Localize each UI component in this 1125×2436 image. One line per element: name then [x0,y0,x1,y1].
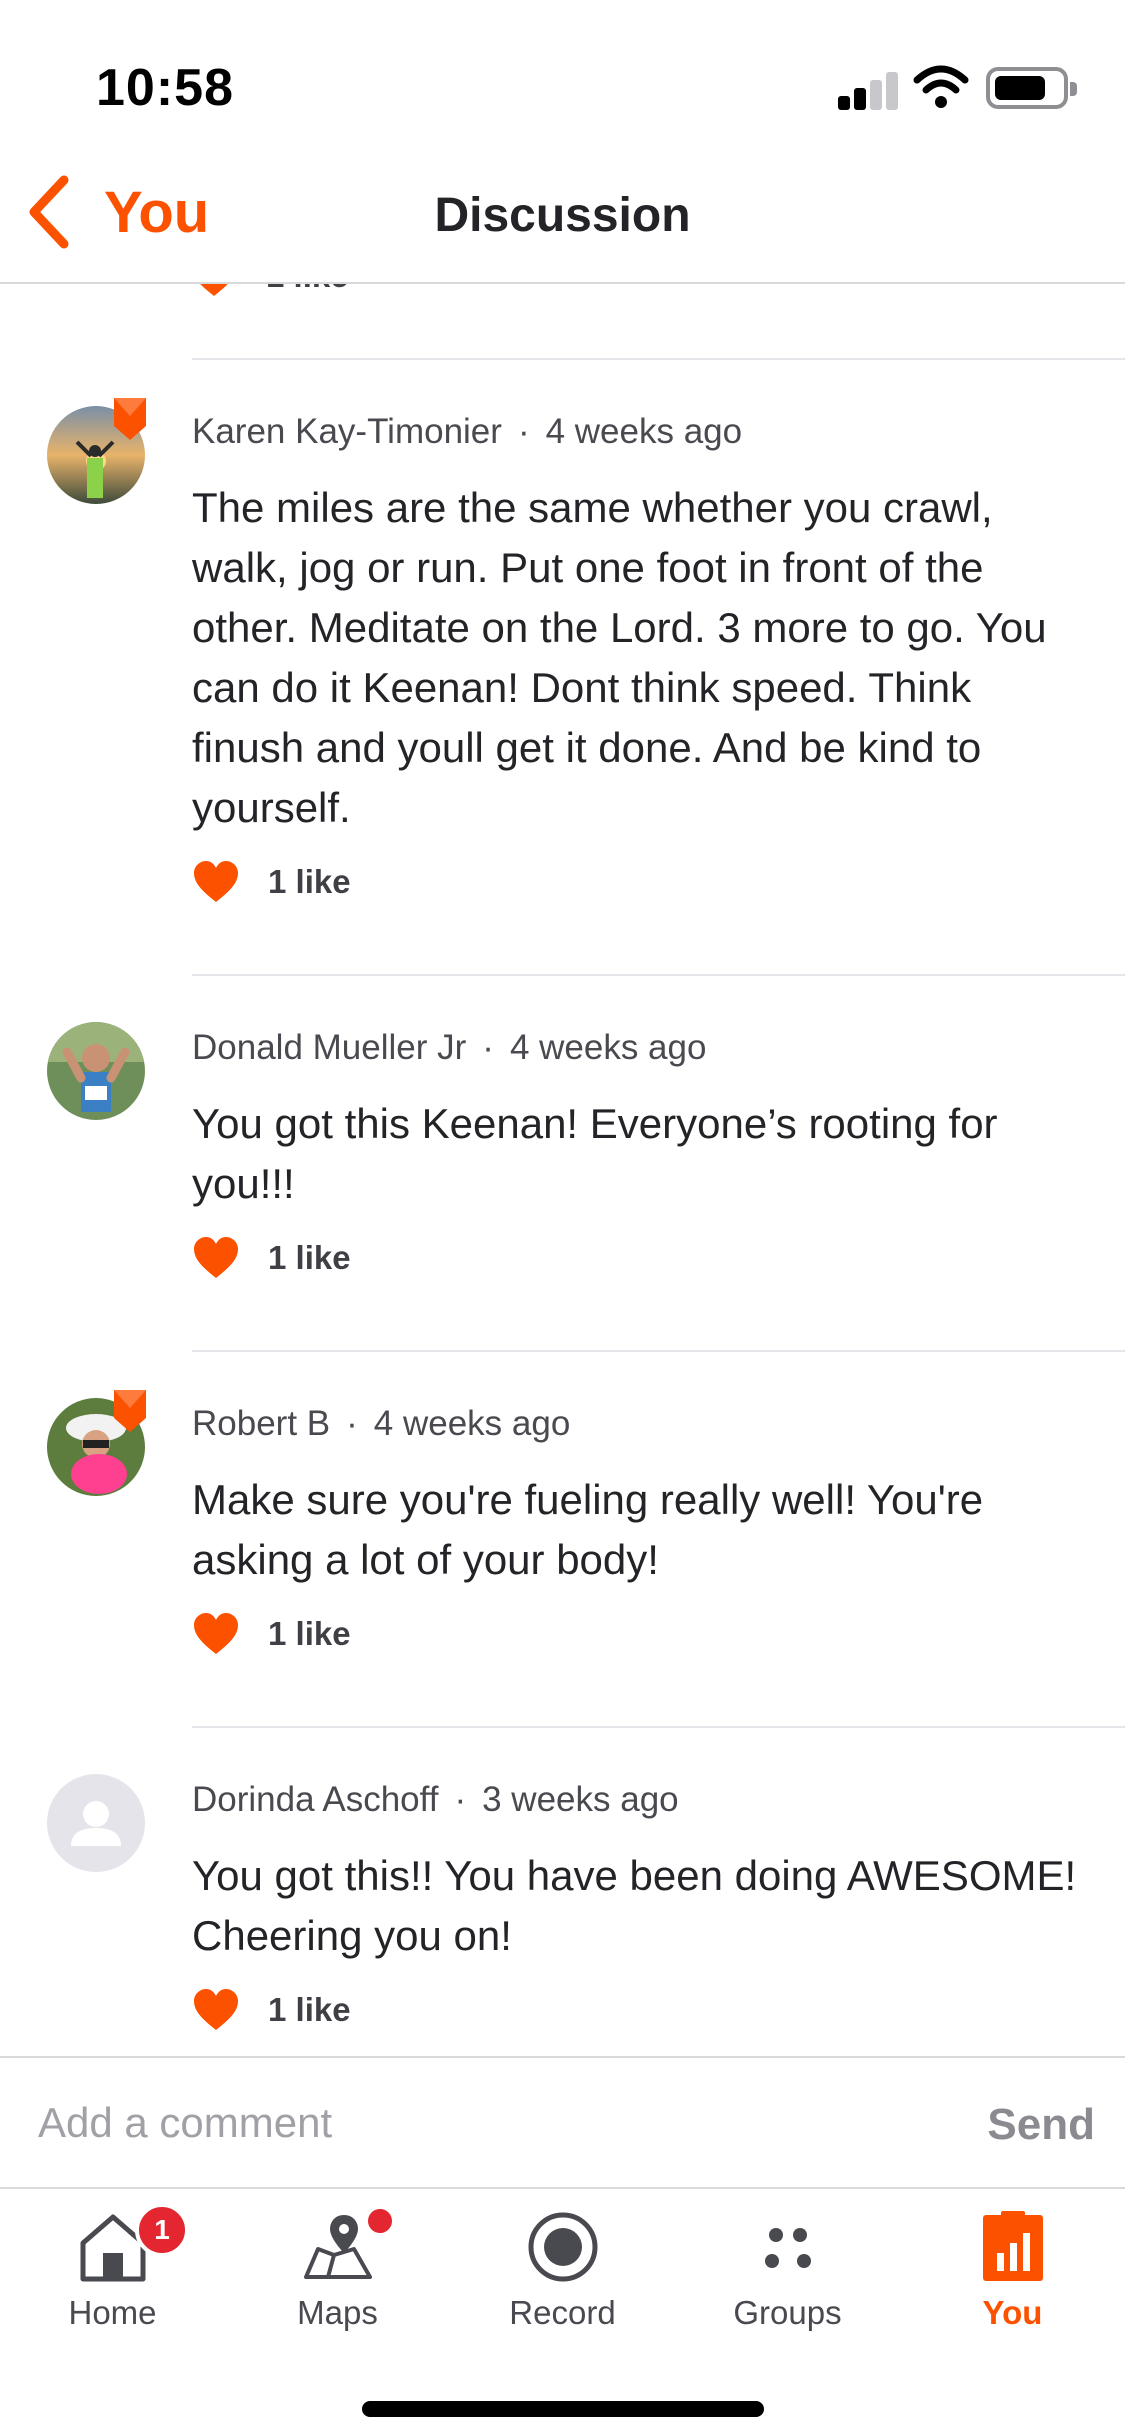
comment-meta: Robert B · 4 weeks ago [192,1404,570,1444]
notification-badge: 1 [135,2203,189,2257]
tab-label: Maps [297,2294,378,2331]
comment-text: You got this!! You have been doing AWESO… [192,1852,1077,1959]
comment-text: The miles are the same whether you crawl… [192,484,1047,831]
heart-icon [194,1237,238,1278]
divider [192,1726,1125,1728]
page-title: Discussion [434,189,691,242]
like-row[interactable]: 1 like [190,284,349,298]
like-row[interactable]: 1 like [192,1988,351,2032]
like-count: 1 like [268,1239,351,1276]
comment-meta: Donald Mueller Jr · 4 weeks ago [192,1028,706,1068]
like-row[interactable]: 1 like [192,1236,351,1280]
like-count: 1 like [268,1615,351,1652]
like-count: 1 like [268,863,351,900]
wifi-icon [913,65,969,108]
heart-icon [194,861,238,902]
groups-icon [764,2228,811,2268]
send-button[interactable]: Send [987,2100,1095,2150]
battery-icon [986,67,1077,109]
avatar[interactable] [47,1774,145,1872]
tab-bar: 1 Home Maps Record Groups You [0,2187,1125,2436]
tab-home[interactable]: 1 Home [0,2189,225,2359]
comment-meta: Dorinda Aschoff · 3 weeks ago [192,1780,679,1820]
comment-item: Donald Mueller Jr · 4 weeks ago You got th… [0,974,1125,1350]
comment-composer: Send [0,2056,1125,2187]
like-row[interactable]: 1 like [192,860,351,904]
tab-record[interactable]: Record [450,2189,675,2359]
comment-item: Robert B · 4 weeks ago Make sure you're fu… [0,1350,1125,1726]
comment-text: Make sure you're fueling really well! Yo… [192,1476,984,1583]
home-indicator[interactable] [362,2401,764,2417]
comment-time: 3 weeks ago [482,1780,679,1819]
subscriber-badge-icon [114,1390,146,1432]
cellular-signal-icon [838,70,898,110]
like-row[interactable]: 1 like [192,1612,351,1656]
tab-maps[interactable]: Maps [225,2189,450,2359]
subscriber-badge-icon [114,398,146,440]
comment-text: You got this Keenan! Everyone’s rooting … [192,1100,998,1207]
heart-icon [200,284,228,296]
comment-meta: Karen Kay-Timonier · 4 weeks ago [192,412,742,452]
like-count: 1 like [266,284,349,295]
tab-label: You [982,2294,1043,2331]
heart-icon [194,1613,238,1654]
avatar[interactable] [47,1022,145,1120]
tab-label: Groups [733,2294,842,2331]
meta-separator: · [346,1404,358,1443]
author-name[interactable]: Donald Mueller Jr [192,1028,466,1067]
meta-separator: · [454,1780,467,1819]
comment-feed[interactable]: 1 like Karen Kay-Timonier · 4 weeks ago Th… [0,284,1125,2056]
you-icon [982,2211,1043,2281]
tab-you[interactable]: You [900,2189,1125,2359]
status-time: 10:58 [96,59,234,117]
comment-input[interactable] [38,2088,918,2158]
divider [192,1350,1125,1352]
tab-label: Record [509,2294,616,2331]
default-avatar-icon [71,1801,121,1846]
record-icon [528,2212,597,2282]
comment-time: 4 weeks ago [373,1404,571,1443]
like-count: 1 like [268,1991,351,2028]
status-bar: 10:58 [0,0,1125,150]
comment-item: Karen Kay-Timonier · 4 weeks ago The miles… [0,358,1125,974]
navigation-bar: You Discussion [0,150,1125,284]
author-name[interactable]: Dorinda Aschoff [192,1780,438,1819]
meta-separator: · [482,1028,494,1067]
heart-icon [194,1989,238,2030]
avatar-photo [47,1022,145,1120]
notification-dot [368,2209,392,2233]
author-name[interactable]: Robert B [192,1404,330,1443]
divider [192,358,1125,360]
meta-separator: · [517,412,530,451]
maps-icon [303,2215,372,2279]
tab-groups[interactable]: Groups [675,2189,900,2359]
comment-time: 4 weeks ago [545,412,743,451]
divider [192,974,1125,976]
comment-time: 4 weeks ago [509,1028,707,1067]
tab-label: Home [68,2294,157,2331]
author-name[interactable]: Karen Kay-Timonier [192,412,502,451]
comment-item: Dorinda Aschoff · 3 weeks ago You got this… [0,1726,1125,2056]
